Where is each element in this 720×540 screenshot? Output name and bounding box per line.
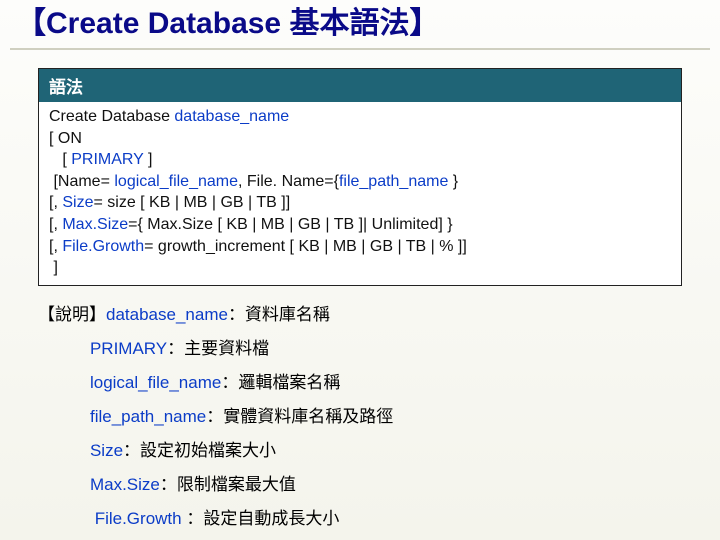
syntax-text: [ bbox=[49, 151, 71, 168]
syntax-panel-body: Create Database database_name [ ON [ PRI… bbox=[39, 102, 681, 285]
desc-text: ：邏輯檔案名稱 bbox=[221, 373, 340, 392]
syntax-text: ={ Max.Size [ KB | MB | GB | TB ]| Unlim… bbox=[128, 216, 452, 233]
syntax-line-2: [ ON bbox=[49, 128, 671, 150]
syntax-keyword: database_name bbox=[174, 108, 289, 125]
syntax-line-1: Create Database database_name bbox=[49, 106, 671, 128]
desc-term: Max.Size bbox=[90, 475, 160, 494]
desc-term: Size bbox=[90, 441, 123, 460]
desc-row-5: Size：設定初始檔案大小 bbox=[38, 434, 682, 468]
desc-row-1: 【說明】database_name：資料庫名稱 bbox=[38, 298, 682, 332]
desc-row-3: logical_file_name：邏輯檔案名稱 bbox=[38, 366, 682, 400]
desc-text: ：實體資料庫名稱及路徑 bbox=[206, 407, 393, 426]
desc-term: File.Growth bbox=[95, 509, 187, 528]
syntax-text: Create Database bbox=[49, 108, 174, 125]
syntax-keyword: Size bbox=[62, 194, 93, 211]
syntax-keyword: file_path_name bbox=[339, 173, 448, 190]
desc-row-6: Max.Size：限制檔案最大值 bbox=[38, 468, 682, 502]
syntax-text: [, bbox=[49, 216, 62, 233]
desc-text: ：設定初始檔案大小 bbox=[123, 441, 276, 460]
slide: 【Create Database 基本語法】 語法 Create Databas… bbox=[0, 0, 720, 540]
syntax-panel-header: 語法 bbox=[39, 69, 681, 102]
syntax-text: } bbox=[448, 173, 458, 190]
desc-text: ：限制檔案最大值 bbox=[160, 475, 296, 494]
desc-text: ：主要資料檔 bbox=[167, 339, 269, 358]
syntax-text: [Name= bbox=[49, 173, 114, 190]
syntax-text: = growth_increment [ KB | MB | GB | TB |… bbox=[144, 238, 467, 255]
desc-term: database_name bbox=[106, 305, 228, 324]
syntax-line-8: ] bbox=[49, 257, 671, 279]
syntax-text: ] bbox=[144, 151, 153, 168]
desc-text: ：資料庫名稱 bbox=[228, 305, 330, 324]
syntax-keyword: Max.Size bbox=[62, 216, 128, 233]
desc-indent bbox=[38, 475, 90, 494]
syntax-text: [, bbox=[49, 194, 62, 211]
syntax-line-3: [ PRIMARY ] bbox=[49, 149, 671, 171]
syntax-text: , File. Name={ bbox=[238, 173, 339, 190]
desc-term: file_path_name bbox=[90, 407, 206, 426]
desc-indent bbox=[38, 373, 90, 392]
syntax-text: = size [ KB | MB | GB | TB ]] bbox=[93, 194, 290, 211]
syntax-text: [, bbox=[49, 238, 62, 255]
desc-term: logical_file_name bbox=[90, 373, 221, 392]
desc-term: PRIMARY bbox=[90, 339, 167, 358]
syntax-line-5: [, Size= size [ KB | MB | GB | TB ]] bbox=[49, 192, 671, 214]
desc-indent bbox=[38, 339, 90, 358]
description-block: 【說明】database_name：資料庫名稱 PRIMARY：主要資料檔 lo… bbox=[38, 298, 682, 536]
desc-text: ：設定自動成長大小 bbox=[186, 509, 339, 528]
slide-title: 【Create Database 基本語法】 bbox=[10, 6, 710, 50]
syntax-line-7: [, File.Growth= growth_increment [ KB | … bbox=[49, 236, 671, 258]
desc-row-2: PRIMARY：主要資料檔 bbox=[38, 332, 682, 366]
desc-indent bbox=[38, 441, 90, 460]
desc-intro: 【說明】 bbox=[38, 305, 106, 324]
syntax-keyword: PRIMARY bbox=[71, 151, 143, 168]
syntax-keyword: File.Growth bbox=[62, 238, 144, 255]
desc-indent bbox=[38, 407, 90, 426]
syntax-panel: 語法 Create Database database_name [ ON [ … bbox=[38, 68, 682, 286]
desc-indent bbox=[38, 509, 95, 528]
desc-row-4: file_path_name：實體資料庫名稱及路徑 bbox=[38, 400, 682, 434]
syntax-line-6: [, Max.Size={ Max.Size [ KB | MB | GB | … bbox=[49, 214, 671, 236]
syntax-line-4: [Name= logical_file_name, File. Name={fi… bbox=[49, 171, 671, 193]
desc-row-7: File.Growth ：設定自動成長大小 bbox=[38, 502, 682, 536]
syntax-keyword: logical_file_name bbox=[114, 173, 238, 190]
